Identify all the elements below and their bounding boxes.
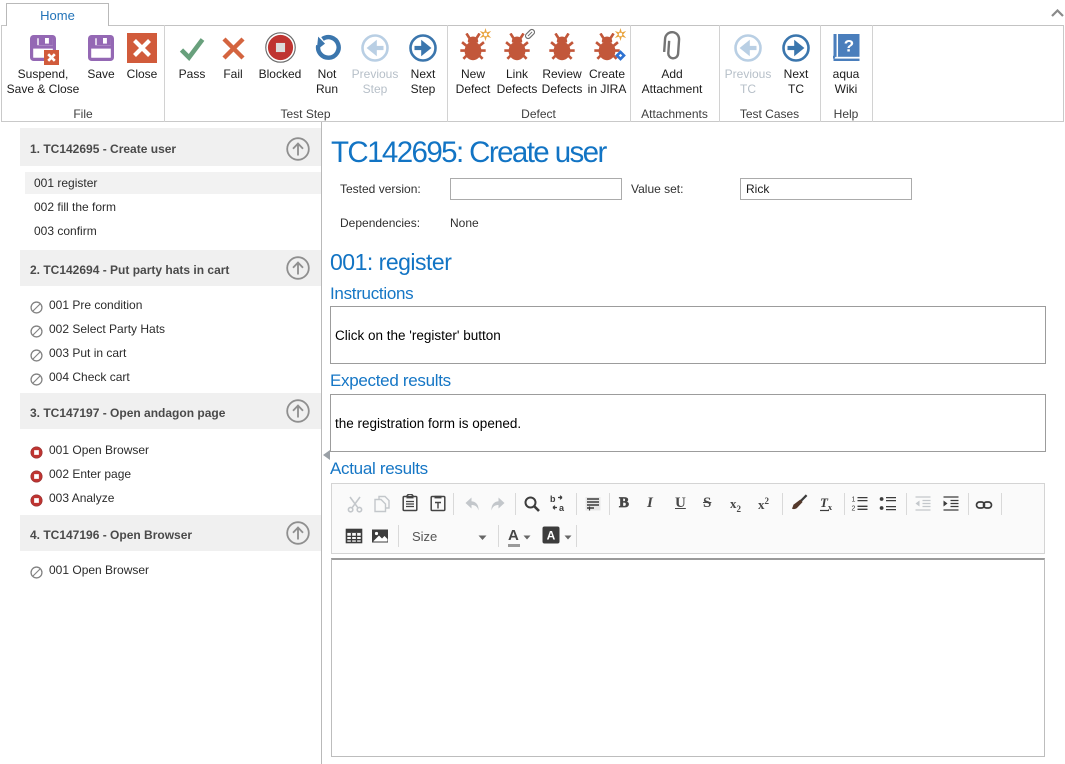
svg-text:b: b <box>550 494 556 504</box>
svg-text:a: a <box>559 503 565 512</box>
svg-text:2: 2 <box>852 506 856 513</box>
svg-text:A: A <box>547 529 556 543</box>
svg-text:1: 1 <box>852 497 856 504</box>
